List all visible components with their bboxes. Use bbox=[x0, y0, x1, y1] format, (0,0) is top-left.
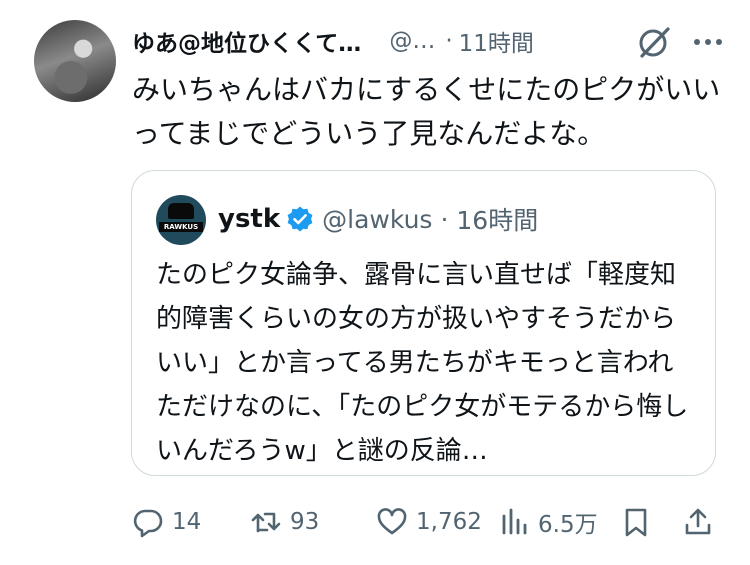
display-name[interactable]: ゆあ@地位ひくくて… bbox=[132, 24, 361, 58]
verified-badge-icon bbox=[287, 206, 313, 232]
more-icon[interactable] bbox=[690, 24, 726, 60]
share-button[interactable] bbox=[682, 498, 714, 546]
post-time[interactable]: 11時間 bbox=[459, 24, 534, 58]
heart-icon bbox=[377, 508, 407, 535]
views-chart-icon bbox=[502, 508, 527, 535]
reply-button[interactable]: 14 bbox=[132, 498, 201, 546]
quote-avatar-text: RAWKUS bbox=[163, 223, 199, 231]
repost-button[interactable]: 93 bbox=[250, 498, 319, 546]
post-text: みいちゃんはバカにするくせにたのピクがいいってまじでどういう了見なんだよな。 bbox=[132, 73, 721, 150]
quote-separator-dot: · bbox=[440, 204, 449, 234]
user-handle[interactable]: @… bbox=[389, 28, 435, 54]
like-button[interactable]: 1,762 bbox=[376, 498, 482, 546]
quote-avatar[interactable]: RAWKUS bbox=[156, 195, 206, 245]
bookmark-button[interactable] bbox=[620, 498, 652, 546]
quote-card[interactable]: RAWKUS ystk @lawkus · 16時間 たのピク女論争、露骨に言い… bbox=[131, 170, 716, 476]
grok-icon[interactable] bbox=[636, 24, 672, 60]
like-count: 1,762 bbox=[416, 509, 482, 535]
share-icon bbox=[685, 508, 711, 535]
views-button[interactable]: 6.5万 bbox=[498, 498, 598, 546]
quote-text: たのピク女論争、露骨に言い直せば「軽度知的障害くらいの女の方が扱いやすそうだから… bbox=[156, 260, 689, 466]
quote-time[interactable]: 16時間 bbox=[456, 201, 538, 237]
cap-shape bbox=[168, 203, 194, 219]
reply-count: 14 bbox=[172, 509, 202, 535]
avatar[interactable] bbox=[34, 20, 116, 102]
views-count: 6.5万 bbox=[538, 512, 598, 538]
repost-count: 93 bbox=[290, 509, 320, 535]
post-header: ゆあ@地位ひくくて… @… · 11時間 bbox=[132, 22, 726, 60]
action-bar: 14 93 1,762 6.5万 bbox=[132, 498, 722, 546]
reply-icon bbox=[133, 509, 163, 538]
repost-icon bbox=[251, 512, 281, 533]
quote-header: ystk @lawkus · 16時間 bbox=[218, 199, 538, 239]
quote-handle[interactable]: @lawkus bbox=[322, 205, 432, 234]
quote-display-name[interactable]: ystk bbox=[218, 204, 280, 234]
separator-dot: · bbox=[445, 28, 453, 54]
bookmark-icon bbox=[625, 508, 647, 537]
